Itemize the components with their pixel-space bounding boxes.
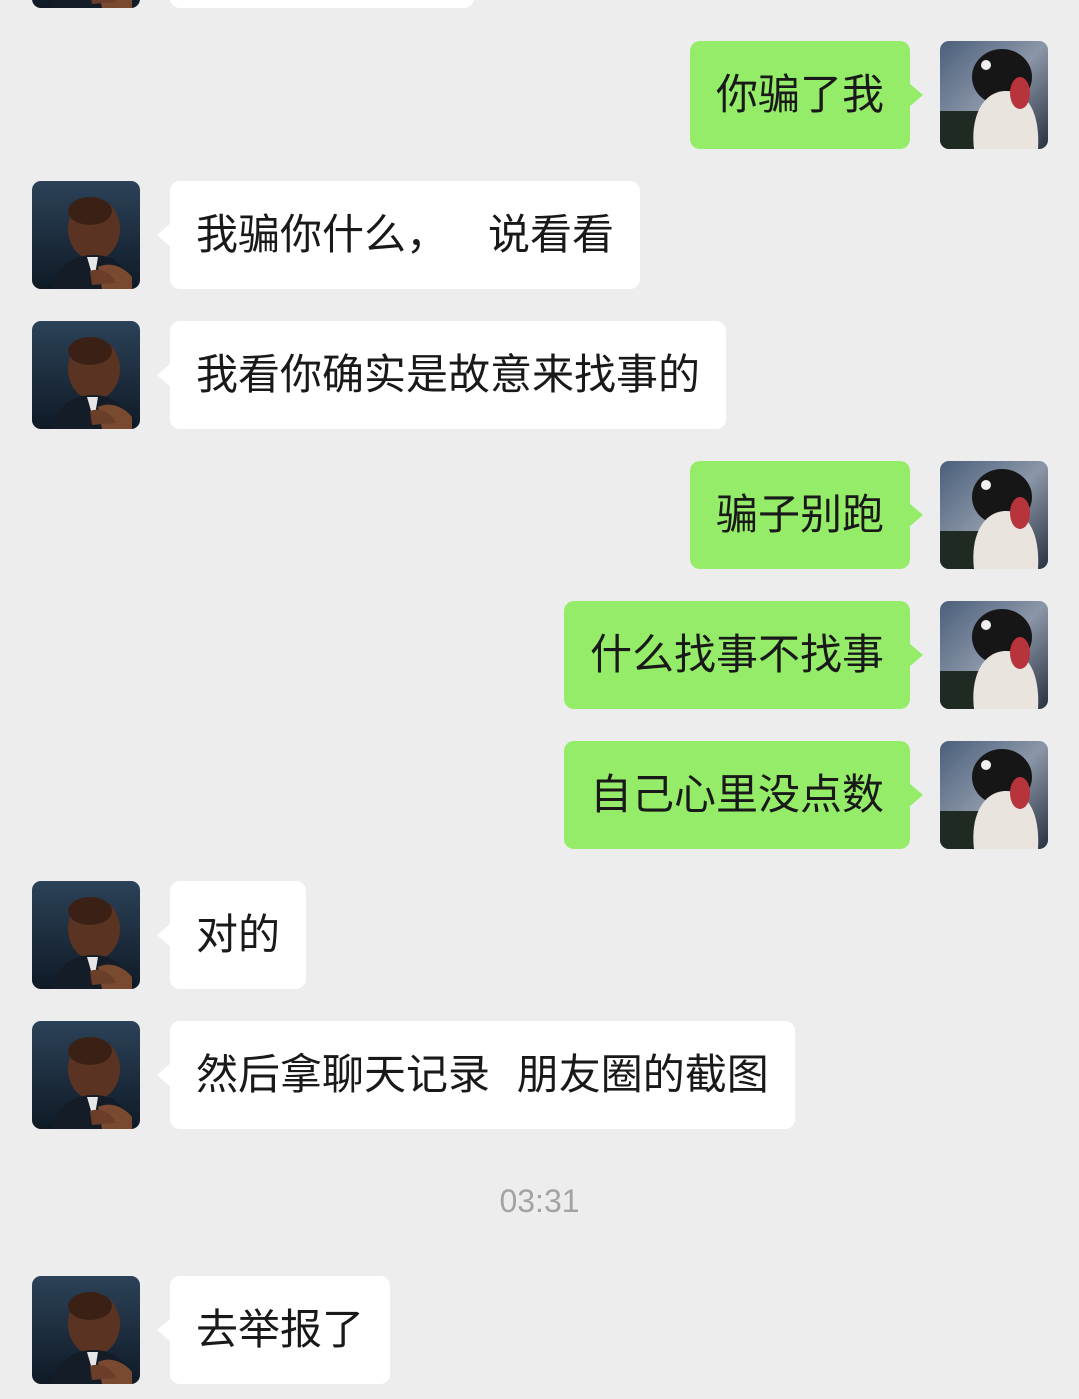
message-bubble-received[interactable]: 我看你确实是故意来找事的 <box>156 321 727 429</box>
partial-message-bubble <box>170 0 474 8</box>
self-avatar-icon[interactable] <box>940 461 1048 569</box>
message-bubble-received[interactable]: 我骗你什么， 说看看 <box>156 181 641 289</box>
contact-avatar-icon[interactable] <box>32 0 140 8</box>
message-bubble-sent[interactable]: 什么找事不找事 <box>563 601 924 709</box>
message-timestamp: 03:31 <box>499 1183 580 1219</box>
message-bubble-received[interactable]: 去举报了 <box>156 1276 391 1384</box>
self-avatar-icon[interactable] <box>940 601 1048 709</box>
message-bubble-sent[interactable]: 你骗了我 <box>689 41 924 149</box>
contact-avatar-icon[interactable] <box>32 321 140 429</box>
self-avatar-icon[interactable] <box>940 41 1048 149</box>
chat-window: 你骗了我 我骗你什么， 说看看 我看你确实是故意来找事的 骗子别跑 什么找事不找… <box>0 0 1079 1399</box>
message-bubble-sent[interactable]: 自己心里没点数 <box>563 741 924 849</box>
message-bubble-received[interactable]: 对的 <box>156 881 307 989</box>
contact-avatar-icon[interactable] <box>32 881 140 989</box>
message-bubble-sent[interactable]: 骗子别跑 <box>689 461 924 569</box>
message-bubble-received[interactable]: 然后拿聊天记录 朋友圈的截图 <box>157 1021 795 1129</box>
contact-avatar-icon[interactable] <box>32 1021 140 1129</box>
self-avatar-icon[interactable] <box>940 741 1048 849</box>
contact-avatar-icon[interactable] <box>32 181 140 289</box>
contact-avatar-icon[interactable] <box>32 1276 140 1384</box>
